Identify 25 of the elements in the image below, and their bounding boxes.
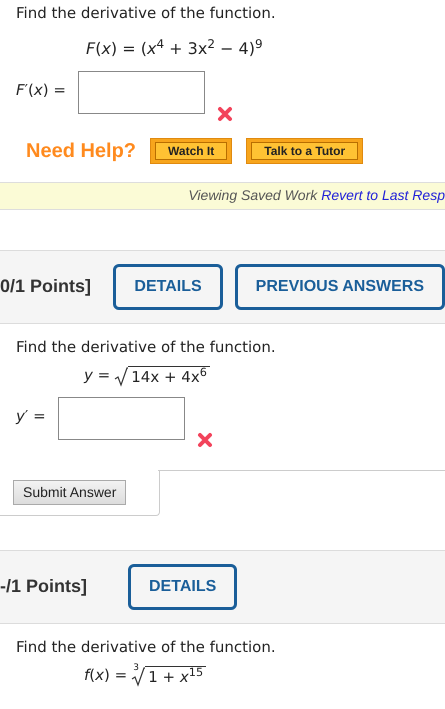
points-label: 0/1 Points]: [0, 275, 92, 298]
question-prompt: Find the derivative of the function.: [15, 636, 277, 658]
math-formula: 14x + 4x$^{6}$: [128, 366, 210, 386]
math-formula: F(x) = (x$^{4}$ + 3x$^{2}$ − 4)$^{9}$: [85, 36, 263, 60]
answer-label: y′ =: [16, 406, 46, 427]
saved-work-text: Viewing Saved Work: [188, 186, 318, 205]
question-prompt: Find the derivative of the function.: [15, 336, 277, 358]
root-index: 3: [133, 662, 139, 674]
details-button[interactable]: PREVIOUS ANSWERS: [234, 264, 445, 310]
question-prompt: Find the derivative of the function.: [15, 3, 277, 24]
answer-field[interactable]: [58, 396, 185, 440]
submit-button[interactable]: Submit Answer: [13, 480, 126, 504]
radical-sign-icon: [114, 366, 128, 386]
math-formula: f(x) =: [84, 665, 128, 686]
details-button[interactable]: DETAILS: [113, 264, 223, 310]
need-help-label: Need Help?: [26, 138, 136, 164]
help-button[interactable]: Talk to a Tutor: [246, 138, 364, 164]
answer-field[interactable]: [78, 70, 205, 114]
math-formula: 1 + x$^{15}$: [145, 666, 206, 686]
help-button[interactable]: Watch It: [150, 138, 232, 164]
revert-link[interactable]: Revert to Last Resp: [321, 185, 445, 206]
points-label: -/1 Points]: [0, 575, 88, 598]
details-button[interactable]: DETAILS: [128, 564, 238, 610]
answer-label: F′(x) =: [16, 80, 66, 101]
math-formula: y =: [84, 365, 110, 386]
